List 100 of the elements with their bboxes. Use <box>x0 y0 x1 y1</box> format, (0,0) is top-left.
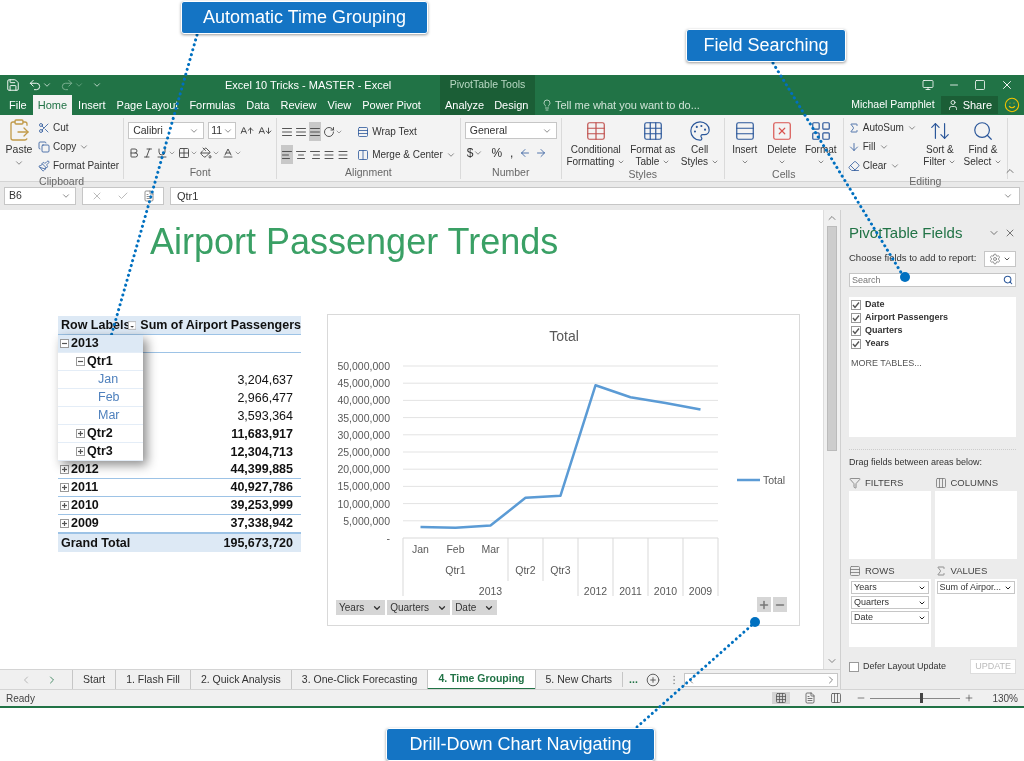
format-button[interactable]: Format <box>802 118 839 168</box>
expand-icon[interactable] <box>60 465 69 474</box>
row-label[interactable]: 2010 <box>58 497 143 514</box>
search-field[interactable]: Search <box>849 272 1016 287</box>
undo-icon[interactable] <box>28 78 42 92</box>
ribbon-tab[interactable]: View <box>322 95 357 115</box>
share-button[interactable]: Share <box>940 96 998 114</box>
number-format-button[interactable]: % <box>489 143 505 162</box>
collapse-icon[interactable] <box>60 339 69 348</box>
wrap-text-button[interactable]: Wrap Text <box>357 122 456 141</box>
field-filter-button[interactable]: Years <box>336 600 386 615</box>
merge-center-button[interactable]: Merge & Center <box>357 145 456 164</box>
pane-instruction: Choose fields to add to report: <box>849 251 977 266</box>
sheet-tab[interactable]: 4. Time Grouping <box>427 669 535 690</box>
ribbon-tab[interactable]: Home <box>32 95 73 115</box>
zoom-in-icon[interactable] <box>964 693 974 703</box>
name-box[interactable]: B6 <box>4 187 76 205</box>
field-chip[interactable]: Sum of Airpor... <box>936 581 1015 594</box>
ribbon-tab[interactable]: Review <box>275 95 322 115</box>
format-as-table-button[interactable]: Format as Table <box>629 118 676 168</box>
field-name[interactable]: Years <box>865 337 890 351</box>
field-chip[interactable]: Quarters <box>851 596 929 609</box>
copy-button[interactable]: Copy <box>38 137 120 156</box>
number-format-button[interactable]: , <box>508 143 516 162</box>
expand-icon[interactable] <box>76 429 85 438</box>
paste-button[interactable]: Paste <box>4 118 34 175</box>
row-label[interactable]: Feb <box>58 389 143 406</box>
field-chip[interactable]: Date <box>851 611 929 624</box>
field-name[interactable]: Quarters <box>865 324 903 338</box>
row-label[interactable]: 2011 <box>58 479 143 496</box>
checkbox[interactable] <box>849 661 859 672</box>
conditional-formatting-button[interactable]: Conditional Formatting <box>565 118 626 168</box>
field-filter-button[interactable]: Quarters <box>387 600 451 615</box>
expand-icon[interactable] <box>60 483 69 492</box>
bottom-align-button[interactable] <box>309 122 322 141</box>
filter-dropdown-icon[interactable] <box>128 319 137 331</box>
value-cell-text: 11,683,917 <box>230 425 294 443</box>
more-sheets-button[interactable]: ... <box>622 671 638 688</box>
row-label[interactable]: 2012 <box>58 461 143 478</box>
row-label[interactable]: Qtr1 <box>58 353 143 370</box>
clear-button[interactable]: Clear <box>847 156 917 175</box>
field-name[interactable]: Airport Passengers <box>865 311 949 325</box>
field-filter-button[interactable]: Date <box>452 600 498 615</box>
row-label[interactable]: 2013 <box>58 335 143 352</box>
ribbon-tab[interactable]: Page Layout <box>111 95 184 115</box>
page-break-icon[interactable] <box>830 692 842 704</box>
ribbon-tab[interactable]: Insert <box>73 95 111 115</box>
save-icon[interactable] <box>6 78 20 92</box>
number-format-button[interactable]: $ <box>464 143 486 162</box>
row-label[interactable]: Jan <box>58 371 143 388</box>
checkbox[interactable] <box>851 300 861 310</box>
formula-field[interactable]: Qtr1 <box>170 187 1020 205</box>
page-layout-icon[interactable] <box>804 692 816 704</box>
ribbon-tab[interactable]: File <box>4 95 32 115</box>
collapse-field-button[interactable] <box>773 597 787 612</box>
row-label[interactable]: Qtr3 <box>58 443 143 460</box>
horizontal-scrollbar[interactable] <box>683 672 838 687</box>
ribbon-tab[interactable]: Formulas <box>184 95 241 115</box>
customize-icon[interactable] <box>92 80 102 90</box>
sort-filter-button[interactable]: Sort & Filter <box>920 118 959 175</box>
expand-field-button[interactable] <box>757 597 771 612</box>
close-icon[interactable] <box>1000 78 1014 92</box>
expand-icon[interactable] <box>60 519 69 528</box>
cell-styles-button[interactable]: Cell Styles <box>679 118 720 168</box>
column-header: Sum of Airport Passengers <box>140 316 301 334</box>
row-label[interactable]: 2009 <box>58 515 143 532</box>
field-name[interactable]: Date <box>865 298 885 312</box>
font-select[interactable]: Calibri <box>128 122 205 139</box>
font-size-select[interactable]: 11 <box>208 122 237 139</box>
add-sheet-icon[interactable] <box>645 672 660 687</box>
ribbon-tab[interactable]: Data <box>241 95 275 115</box>
checkbox[interactable] <box>851 326 861 336</box>
ribbon-tab[interactable]: Power Pivot <box>357 95 426 115</box>
field-chip[interactable]: Years <box>851 581 929 594</box>
smiley-icon[interactable] <box>1004 97 1020 113</box>
expand-icon[interactable] <box>60 501 69 510</box>
row-label[interactable]: Qtr2 <box>58 425 143 442</box>
checkbox[interactable] <box>851 339 861 349</box>
checkbox[interactable] <box>851 313 861 323</box>
tell-me-field[interactable]: Tell me what you want to do... <box>555 96 725 114</box>
slider-thumb[interactable] <box>919 692 923 703</box>
fill-button[interactable]: Fill <box>847 137 917 156</box>
format-painter-button[interactable]: Format Painter <box>38 156 120 175</box>
delete-button[interactable]: Delete <box>764 118 799 168</box>
arrow-left-icon[interactable] <box>519 146 532 159</box>
number-format-select[interactable]: General <box>464 122 557 139</box>
insert-button[interactable]: Insert <box>728 118 761 168</box>
normal-view-icon[interactable] <box>775 692 787 704</box>
more-tables-link[interactable]: MORE TABLES... <box>851 356 922 370</box>
row-label[interactable]: Mar <box>58 407 143 424</box>
align-left-button[interactable] <box>281 145 294 164</box>
maximize-icon[interactable] <box>974 79 986 91</box>
ribbon-display-icon[interactable] <box>922 79 934 91</box>
cut-button[interactable]: Cut <box>38 118 120 137</box>
expand-icon[interactable] <box>76 447 85 456</box>
settings-button[interactable] <box>984 250 1016 267</box>
collapse-icon[interactable] <box>76 357 85 366</box>
find-select-button[interactable]: Find & Select <box>962 118 1003 175</box>
checkbox-label[interactable]: Defer Layout Update <box>863 659 947 674</box>
autosum-button[interactable]: AutoSum <box>847 118 917 137</box>
